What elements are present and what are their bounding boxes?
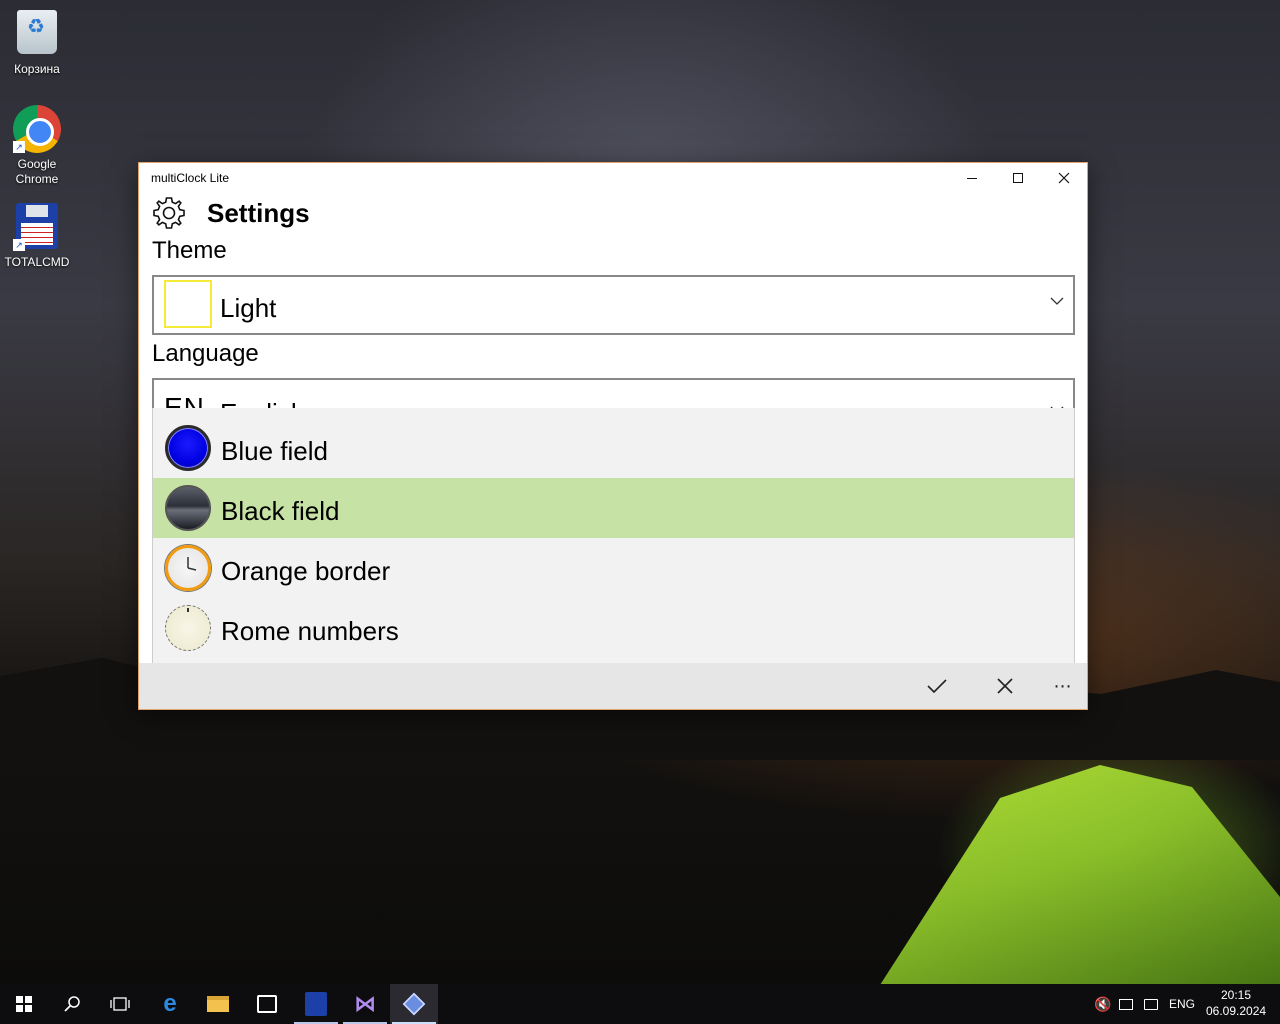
cancel-button[interactable] [982,663,1028,709]
close-icon [997,678,1013,694]
minimize-button[interactable] [949,163,995,193]
more-button[interactable]: ⋯ [1040,663,1086,709]
action-center-button[interactable] [1144,984,1158,1024]
package-icon [402,992,426,1016]
blue-clock-face-icon [165,425,211,471]
visual-studio-icon: ⋈ [354,991,376,1016]
minimize-icon [967,177,977,179]
maximize-icon [1013,173,1023,183]
taskbar-file-explorer[interactable] [194,984,242,1024]
orange-clock-face-icon [165,545,211,591]
taskbar-edge[interactable]: e [146,984,194,1024]
close-button[interactable] [1041,163,1087,193]
task-view-button[interactable] [96,984,144,1024]
task-view-icon [110,997,130,1011]
edge-icon: e [163,990,177,1017]
chrome-icon: ↗ [13,105,61,153]
clock-face-dropdown-list[interactable]: Blue field Black field Orange border Rom… [152,408,1075,663]
dropdown-option-blue-field[interactable]: Blue field [153,418,1074,478]
desktop-icon-chrome[interactable]: ↗ Google Chrome [4,105,70,187]
network-icon [1119,998,1133,1010]
taskbar-clock[interactable]: 20:15 06.09.2024 [1206,987,1266,1019]
taskbar-totalcmd[interactable] [292,984,340,1024]
recycle-bin-icon [13,10,61,58]
option-label: Blue field [221,436,328,466]
taskbar-store[interactable] [243,984,291,1024]
network-button[interactable] [1119,984,1133,1024]
dropdown-option-orange-border[interactable]: Orange border [153,538,1074,598]
theme-combobox[interactable]: Light [152,275,1075,335]
command-bar: ⋯ [139,663,1087,709]
folder-icon [207,996,229,1012]
desktop-icon-recycle-bin[interactable]: Корзина [4,8,70,77]
floppy-disk-icon: ↗ [13,203,61,251]
theme-label: Theme [152,237,227,264]
option-label: Rome numbers [221,616,399,646]
clock-date: 06.09.2024 [1206,1004,1267,1018]
dropdown-option-black-field[interactable]: Black field [153,478,1074,538]
desktop-icon-label: TOTALCMD [4,255,70,269]
page-title: Settings [207,197,310,228]
desktop-icon-label: Google Chrome [15,157,59,186]
theme-selected-value: Light [220,293,277,323]
accept-button[interactable] [914,663,960,709]
taskbar-visual-studio[interactable]: ⋈ [341,984,389,1024]
desktop-icon-label: Корзина [14,62,60,76]
gear-icon [153,197,185,229]
search-button[interactable] [48,984,96,1024]
wallpaper-tent [880,765,1280,985]
floppy-disk-icon [305,992,327,1016]
maximize-button[interactable] [995,163,1041,193]
search-icon [64,996,80,1012]
windows-logo-icon [16,996,32,1012]
language-label: Language [152,340,259,367]
option-label: Black field [221,496,340,526]
title-bar[interactable]: multiClock Lite [139,163,1087,193]
notification-icon [1144,998,1158,1010]
clock-time: 20:15 [1220,988,1252,1002]
roman-clock-face-icon [165,605,211,651]
close-icon [1058,172,1070,184]
dropdown-option-rome-numbers[interactable]: Rome numbers [153,598,1074,658]
page-header: Settings [151,195,310,231]
volume-muted-icon: 🔇 [1094,995,1112,1012]
input-language-button[interactable]: ENG [1169,984,1195,1024]
checkmark-icon [927,679,947,694]
black-clock-face-icon [165,485,211,531]
desktop-icon-totalcmd[interactable]: ↗ TOTALCMD [4,203,70,270]
language-combobox[interactable]: EN English [152,378,1075,410]
window-title: multiClock Lite [151,171,230,185]
store-bag-icon [257,995,277,1013]
theme-swatch [164,280,212,328]
taskbar: e ⋈ 🔇 ENG 20:15 06.09.2024 [0,984,1280,1024]
app-window: multiClock Lite Settings Theme Light Lan… [138,162,1088,710]
start-button[interactable] [0,984,48,1024]
taskbar-multiclock[interactable] [390,984,438,1024]
chevron-down-icon [1050,297,1064,305]
option-label: Orange border [221,556,391,586]
volume-muted-button[interactable]: 🔇 [1094,984,1111,1024]
